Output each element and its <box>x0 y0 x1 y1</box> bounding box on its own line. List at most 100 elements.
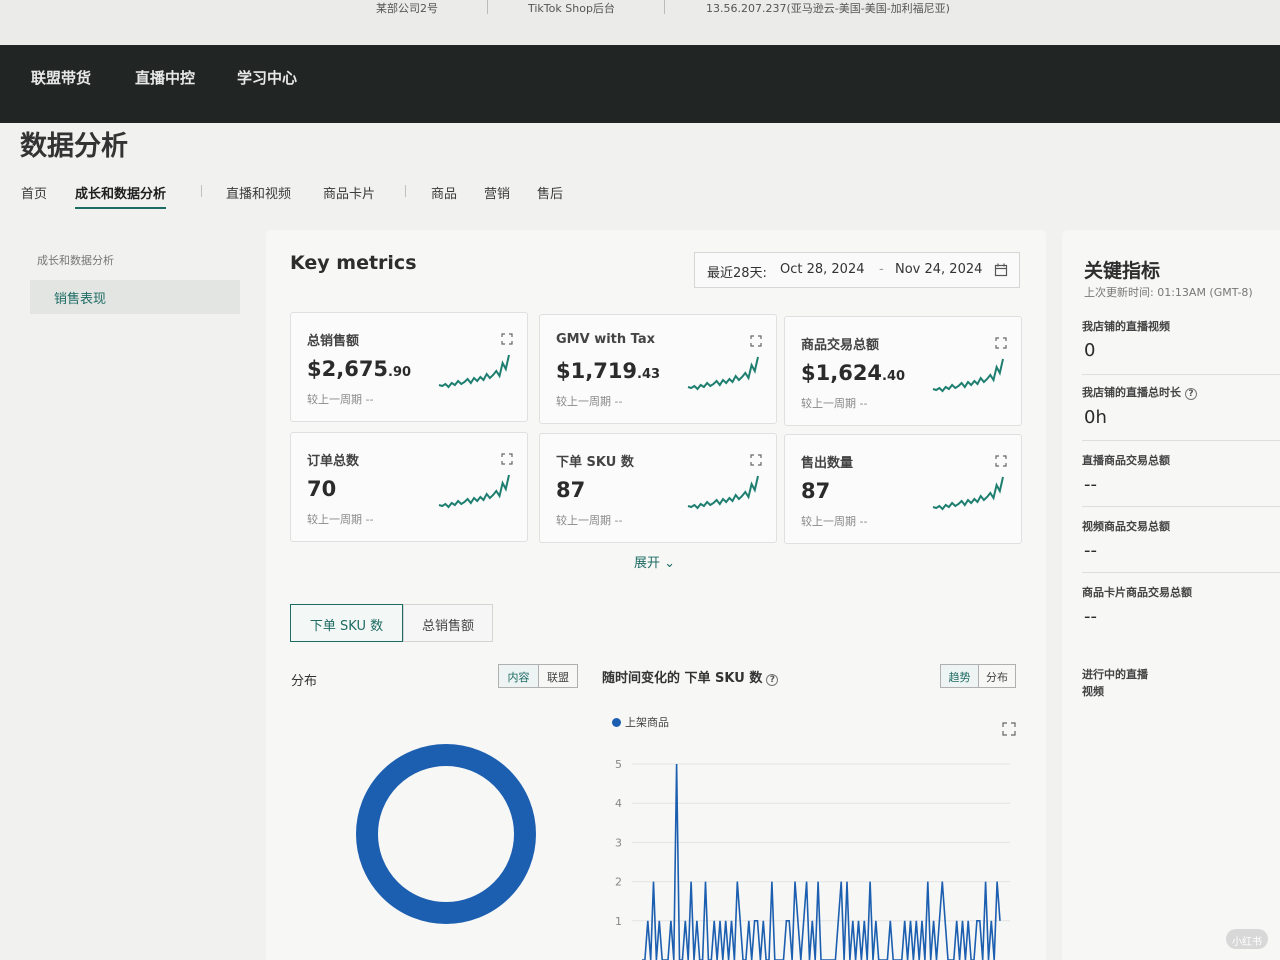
expand-icon[interactable] <box>995 337 1007 349</box>
tab-product-card[interactable]: 商品卡片 <box>323 183 375 202</box>
calendar-icon <box>994 263 1008 277</box>
expand-icon[interactable] <box>1002 722 1016 736</box>
date-end: Nov 24, 2024 <box>895 262 983 277</box>
expand-more-link[interactable]: 展开 ⌄ <box>634 552 675 571</box>
tab-growth-analytics[interactable]: 成长和数据分析 <box>75 183 167 209</box>
divider <box>1082 506 1280 507</box>
indicator-label: 商品卡片商品交易总额 <box>1082 586 1192 599</box>
expand-icon[interactable] <box>501 453 513 465</box>
metric-card-gmv[interactable]: 商品交易总额 $1,624.40 较上一周期 -- <box>784 316 1022 426</box>
tab-after-sales[interactable]: 售后 <box>537 183 563 202</box>
divider <box>664 0 665 14</box>
left-sidebar: 成长和数据分析 销售表现 <box>20 230 245 960</box>
metric-card-units-sold[interactable]: 售出数量 87 较上一周期 -- <box>784 434 1022 544</box>
metric-value: $2,675.90 <box>307 357 412 381</box>
distribution-donut-chart <box>356 744 536 924</box>
key-indicators-panel: 关键指标 上次更新时间: 01:13AM (GMT-8) 我店铺的直播视频 0 … <box>1062 230 1280 960</box>
tab-products[interactable]: 商品 <box>431 183 457 202</box>
tab-divider <box>405 185 406 197</box>
indicator-label: 我店铺的直播视频 <box>1082 320 1170 333</box>
sidebar-group-label: 成长和数据分析 <box>37 254 114 267</box>
y-tick-label: 3 <box>615 836 622 849</box>
metric-compare: 较上一周期 -- <box>801 397 868 410</box>
indicator-value: -- <box>1084 606 1097 627</box>
metric-label: GMV with Tax <box>556 332 656 347</box>
indicator-label: 视频商品交易总额 <box>1082 520 1170 533</box>
nav-item-learning[interactable]: 学习中心 <box>237 67 297 88</box>
divider <box>1082 572 1280 573</box>
toggle-ordered-sku[interactable]: 下单 SKU 数 <box>290 604 403 642</box>
metric-label: 总销售额 <box>307 334 360 349</box>
tab-home[interactable]: 首页 <box>21 183 47 202</box>
metric-value: 70 <box>307 477 337 501</box>
trend-line-chart: 1 2 3 4 5 <box>615 758 1010 960</box>
main-panel: Key metrics 最近28天: Oct 28, 2024 - Nov 24… <box>266 230 1046 960</box>
key-metrics-title: Key metrics <box>290 252 417 274</box>
watermark-logo: 小红书 <box>1226 929 1268 949</box>
store-name: 某部公司2号 <box>376 2 438 15</box>
metric-label: 商品交易总额 <box>801 338 880 353</box>
indicator-value: 0h <box>1084 407 1107 428</box>
trend-chart-title: 随时间变化的 下单 SKU 数? <box>602 667 779 686</box>
expand-icon[interactable] <box>501 333 513 345</box>
date-range-prefix: 最近28天: <box>707 266 767 281</box>
tab-divider <box>201 185 202 197</box>
platform-name: TikTok Shop后台 <box>528 2 615 15</box>
metric-card-gmv-with-tax[interactable]: GMV with Tax $1,719.43 较上一周期 -- <box>539 314 777 424</box>
nav-item-affiliate[interactable]: 联盟带货 <box>31 67 91 88</box>
metric-value: 87 <box>801 479 831 503</box>
toggle-trend[interactable]: 趋势 <box>941 665 978 687</box>
indicator-label: 直播商品交易总额 <box>1082 454 1170 467</box>
nav-item-live-control[interactable]: 直播中控 <box>135 67 195 88</box>
y-tick-label: 4 <box>615 797 622 810</box>
top-navbar: 联盟带货 直播中控 学习中心 <box>0 45 1280 123</box>
metric-card-ordered-sku[interactable]: 下单 SKU 数 87 较上一周期 -- <box>539 433 777 543</box>
indicator-label: 进行中的直播视频 <box>1082 668 1148 698</box>
date-separator: - <box>879 262 884 277</box>
toggle-distribution[interactable]: 分布 <box>979 665 1015 687</box>
divider <box>1082 440 1280 441</box>
chart-legend[interactable]: 上架商品 <box>612 714 669 730</box>
metric-card-total-orders[interactable]: 订单总数 70 较上一周期 -- <box>290 432 528 542</box>
metric-value: 87 <box>556 478 586 502</box>
metric-value: $1,719.43 <box>556 359 661 383</box>
ip-info: 13.56.207.237(亚马逊云-美国-美国-加利福尼亚) <box>706 2 950 15</box>
toggle-affiliate[interactable]: 联盟 <box>539 665 577 687</box>
distribution-label: 分布 <box>291 674 318 689</box>
indicator-value: 0 <box>1084 340 1096 361</box>
metric-compare: 较上一周期 -- <box>556 395 623 408</box>
expand-icon[interactable] <box>995 455 1007 467</box>
sidebar-item-sales-performance[interactable]: 销售表现 <box>30 280 240 314</box>
date-start: Oct 28, 2024 <box>780 262 865 277</box>
sparkline-chart <box>438 354 510 389</box>
sparkline-chart <box>438 474 510 509</box>
sparkline-chart <box>932 476 1004 511</box>
toggle-total-sales[interactable]: 总销售额 <box>403 604 493 642</box>
toggle-content[interactable]: 内容 <box>499 665 538 687</box>
y-tick-label: 2 <box>615 876 622 889</box>
indicator-value: -- <box>1084 540 1097 561</box>
section-tabs: 首页 成长和数据分析 直播和视频 商品卡片 商品 营销 售后 <box>0 183 700 209</box>
metric-compare: 较上一周期 -- <box>307 393 374 406</box>
metric-card-total-sales[interactable]: 总销售额 $2,675.90 较上一周期 -- <box>290 312 528 422</box>
panel-title: 关键指标 <box>1084 260 1161 282</box>
tab-marketing[interactable]: 营销 <box>484 183 510 202</box>
expand-icon[interactable] <box>750 335 762 347</box>
top-info-strip: 某部公司2号 TikTok Shop后台 13.56.207.237(亚马逊云-… <box>0 0 1280 45</box>
indicator-label: 我店铺的直播总时长? <box>1082 384 1197 400</box>
metric-compare: 较上一周期 -- <box>556 514 623 527</box>
sparkline-chart <box>687 356 759 391</box>
metric-label: 订单总数 <box>307 454 360 469</box>
date-range-picker[interactable]: 最近28天: Oct 28, 2024 - Nov 24, 2024 <box>694 252 1020 288</box>
expand-icon[interactable] <box>750 454 762 466</box>
tab-live-video[interactable]: 直播和视频 <box>226 183 291 202</box>
help-icon[interactable]: ? <box>1185 388 1197 400</box>
metric-value: $1,624.40 <box>801 361 906 385</box>
help-icon[interactable]: ? <box>766 674 779 686</box>
trend-toggle: 趋势 分布 <box>940 664 1016 688</box>
series-line[interactable] <box>642 763 1001 960</box>
sparkline-chart <box>932 358 1004 393</box>
distribution-toggle: 内容 联盟 <box>498 664 578 688</box>
indicator-value: -- <box>1084 474 1097 495</box>
donut-ring[interactable] <box>356 744 536 924</box>
